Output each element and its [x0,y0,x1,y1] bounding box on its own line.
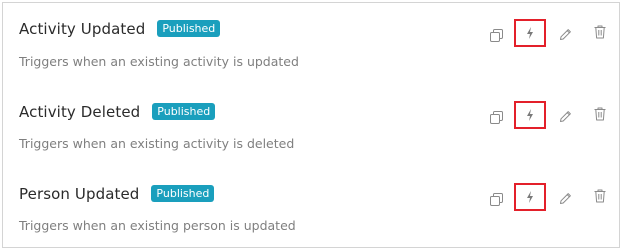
pencil-icon [559,28,571,40]
trigger-title: Activity Updated [19,20,146,38]
delete-button[interactable] [592,187,608,205]
trash-icon [594,25,606,39]
trigger-description: Triggers when an existing activity is up… [19,54,299,69]
copy-icon [489,192,503,206]
lightning-icon [527,109,533,121]
trash-icon [594,189,606,203]
lightning-icon [527,27,533,39]
trigger-title-line: Person Updated Published [19,184,215,203]
trigger-description: Triggers when an existing person is upda… [19,218,296,233]
trigger-title: Person Updated [19,185,140,203]
status-badge: Published [157,19,221,37]
delete-button[interactable] [592,23,608,41]
duplicate-button[interactable] [488,191,504,207]
trigger-description: Triggers when an existing activity is de… [19,136,295,151]
copy-icon [489,28,503,42]
status-badge: Published [151,184,215,202]
trigger-row: Activity Deleted Published Triggers when… [3,85,619,167]
edit-button[interactable] [557,107,573,125]
duplicate-button[interactable] [488,27,504,43]
edit-button[interactable] [557,189,573,207]
lightning-icon [527,191,533,203]
trigger-button[interactable] [514,101,546,129]
edit-button[interactable] [557,25,573,43]
delete-button[interactable] [592,105,608,123]
row-actions [485,183,611,215]
copy-icon [489,110,503,124]
trigger-title: Activity Deleted [19,103,141,121]
trigger-title-line: Activity Deleted Published [19,102,216,121]
duplicate-button[interactable] [488,109,504,125]
row-actions [485,19,611,51]
trigger-button[interactable] [514,19,546,47]
status-badge: Published [152,102,216,120]
row-actions [485,101,611,133]
trigger-list: Activity Updated Published Triggers when… [2,2,620,248]
trigger-title-line: Activity Updated Published [19,19,221,38]
trash-icon [594,107,606,121]
trigger-row: Person Updated Published Triggers when a… [3,167,619,249]
pencil-icon [559,192,571,204]
trigger-button[interactable] [514,183,546,211]
pencil-icon [559,110,571,122]
trigger-row: Activity Updated Published Triggers when… [3,3,619,85]
